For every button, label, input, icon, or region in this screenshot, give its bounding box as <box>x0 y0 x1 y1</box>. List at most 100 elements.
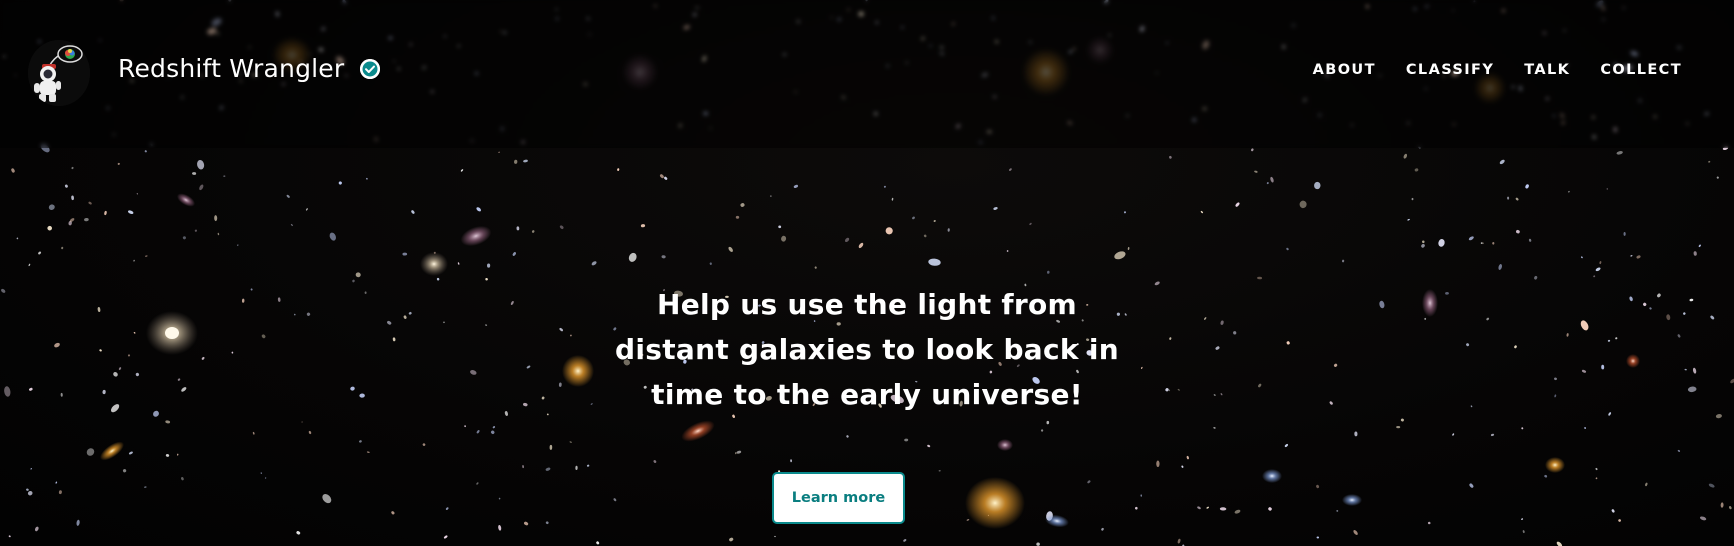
background-star <box>1630 255 1633 257</box>
background-star <box>814 266 817 269</box>
background-star <box>192 172 197 175</box>
background-star <box>136 193 138 195</box>
background-star <box>1156 460 1160 468</box>
background-star <box>457 262 460 265</box>
background-star <box>1219 507 1227 511</box>
hero-headline: Help us use the light from distant galax… <box>615 288 1119 411</box>
background-star <box>1595 267 1601 272</box>
background-star <box>653 460 657 463</box>
background-star <box>966 519 970 521</box>
background-star <box>569 441 572 444</box>
background-star <box>86 448 95 456</box>
background-star <box>516 226 520 231</box>
background-star <box>445 507 449 510</box>
background-star <box>1009 168 1012 171</box>
background-star <box>252 431 255 435</box>
background-star <box>1729 506 1732 510</box>
background-star <box>485 277 488 281</box>
background-star <box>1403 153 1408 159</box>
background-star <box>591 261 597 266</box>
background-star <box>1490 433 1495 437</box>
background-star <box>402 252 408 256</box>
background-star <box>790 459 792 463</box>
background-star <box>1507 196 1510 200</box>
nav-classify-link[interactable]: CLASSIFY <box>1406 62 1494 78</box>
background-star <box>1708 483 1715 488</box>
project-avatar[interactable] <box>28 40 90 106</box>
background-star <box>181 477 184 481</box>
background-star <box>296 531 301 535</box>
background-star <box>709 262 712 265</box>
background-star <box>735 452 737 455</box>
background-star <box>1618 519 1621 522</box>
background-star <box>938 470 941 472</box>
background-star <box>1522 530 1525 534</box>
background-star <box>514 159 518 164</box>
background-star <box>735 215 740 219</box>
background-star <box>1140 494 1142 497</box>
background-star <box>48 204 55 210</box>
background-star <box>290 223 293 227</box>
background-star <box>1396 425 1401 429</box>
background-star <box>1677 449 1681 452</box>
background-star <box>545 467 551 471</box>
background-star <box>545 521 549 525</box>
background-star <box>512 252 516 256</box>
background-star <box>661 255 666 259</box>
background-star <box>1427 521 1431 525</box>
background-star <box>498 497 501 500</box>
background-star <box>1623 231 1626 236</box>
background-star <box>391 511 395 515</box>
background-star <box>923 234 927 238</box>
background-star <box>1438 239 1445 247</box>
background-star <box>329 232 336 241</box>
background-star <box>365 177 368 180</box>
background-star <box>1040 429 1044 432</box>
project-title[interactable]: Redshift Wrangler <box>118 54 344 83</box>
background-star <box>1235 202 1240 207</box>
background-star <box>1286 247 1289 251</box>
background-star <box>1206 506 1209 509</box>
background-star <box>26 488 29 491</box>
background-star <box>1469 483 1474 488</box>
background-star <box>1341 259 1345 263</box>
background-star <box>613 498 617 502</box>
background-star <box>1720 502 1724 508</box>
learn-more-button[interactable]: Learn more <box>772 472 905 524</box>
background-star <box>1251 148 1254 152</box>
background-star <box>264 477 267 479</box>
nav-about-link[interactable]: ABOUT <box>1313 62 1376 78</box>
background-star <box>858 242 864 249</box>
background-star <box>88 201 92 205</box>
background-star <box>1087 480 1091 484</box>
background-star <box>523 159 528 163</box>
background-star <box>575 465 578 471</box>
background-star <box>305 208 308 211</box>
background-star <box>476 430 480 434</box>
background-star <box>728 246 733 252</box>
background-star <box>182 236 186 240</box>
background-star <box>301 421 303 423</box>
background-star <box>1595 477 1598 480</box>
background-star <box>1266 182 1269 185</box>
background-star <box>659 174 664 179</box>
nav-collect-link[interactable]: COLLECT <box>1600 62 1682 78</box>
background-star <box>1534 275 1538 280</box>
background-star <box>71 195 74 201</box>
background-star <box>1400 418 1404 422</box>
background-star <box>1127 246 1130 251</box>
background-star <box>1314 181 1321 190</box>
nav-talk-link[interactable]: TALK <box>1524 62 1570 78</box>
background-star <box>476 207 481 212</box>
background-star <box>498 524 502 531</box>
background-star <box>464 425 466 428</box>
background-star <box>498 151 500 153</box>
background-star <box>71 166 74 170</box>
background-star <box>928 258 941 266</box>
background-star <box>322 494 332 504</box>
background-star <box>903 539 907 542</box>
background-star <box>1047 270 1050 274</box>
background-star <box>84 217 89 222</box>
background-star <box>16 237 19 240</box>
background-star <box>1186 455 1189 460</box>
